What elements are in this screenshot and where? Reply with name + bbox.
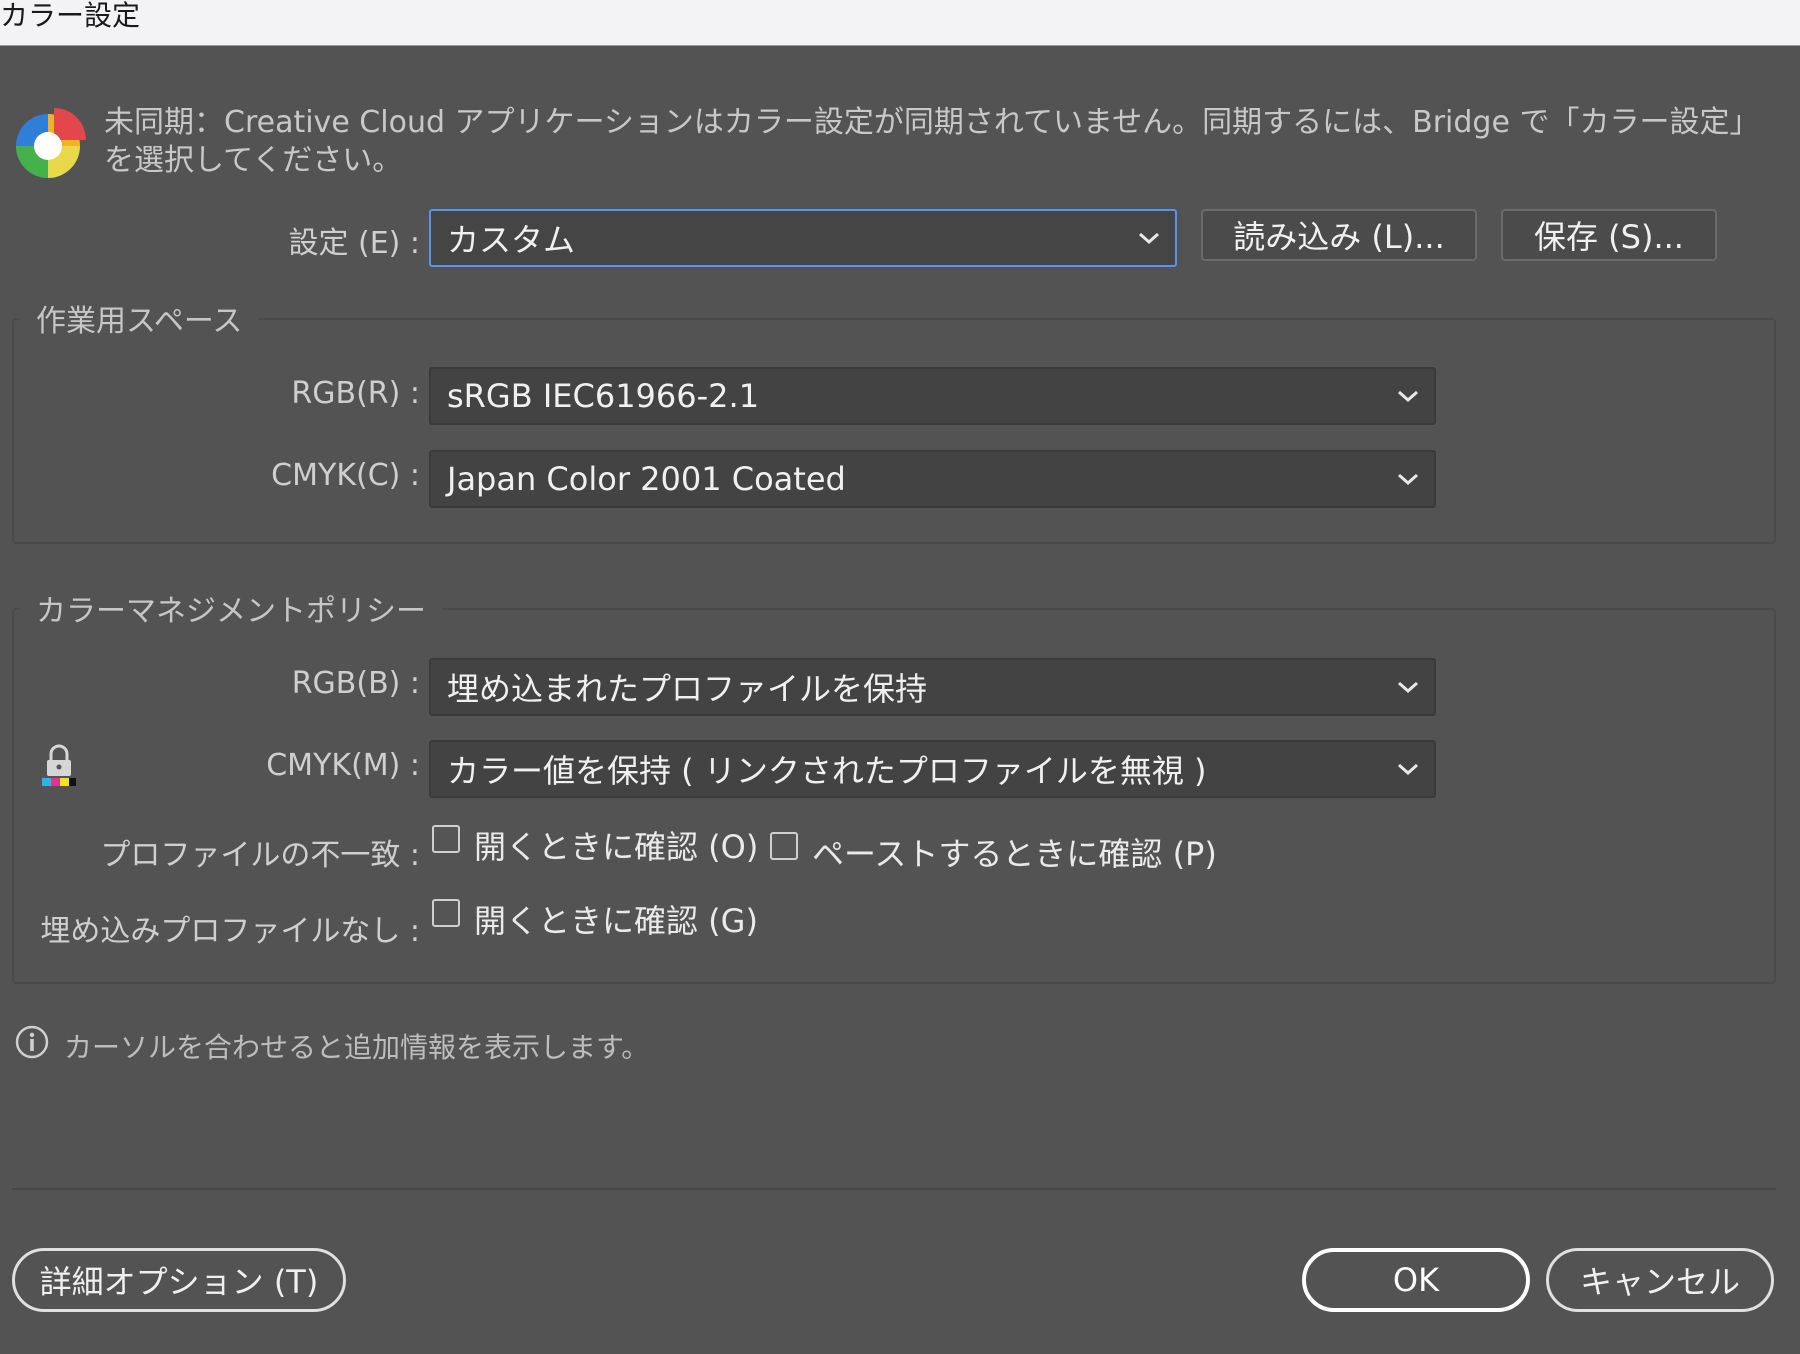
settings-select-value: カスタム xyxy=(447,221,576,259)
ok-button[interactable]: OK xyxy=(1302,1248,1530,1312)
footer-divider xyxy=(12,1188,1776,1190)
chevron-down-icon xyxy=(1139,232,1159,245)
working-cmyk-select[interactable]: Japan Color 2001 Coated xyxy=(429,450,1436,508)
title-bar: カラー設定 xyxy=(0,0,1800,46)
missing-open-label[interactable]: 開くときに確認 (G) xyxy=(474,896,758,942)
policy-rgb-label: RGB(B) : xyxy=(291,666,420,701)
working-spaces-title: 作業用スペース xyxy=(20,296,259,340)
mismatch-paste-label[interactable]: ペーストするときに確認 (P) xyxy=(812,829,1217,875)
working-rgb-select[interactable]: sRGB IEC61966-2.1 xyxy=(429,367,1436,425)
mismatch-open-label[interactable]: 開くときに確認 (O) xyxy=(474,822,758,868)
settings-label: 設定 (E) : xyxy=(288,226,420,261)
info-icon xyxy=(15,1025,49,1059)
policy-cmyk-value: カラー値を保持 ( リンクされたプロファイルを無視 ) xyxy=(447,752,1207,790)
working-rgb-label: RGB(R) : xyxy=(291,376,420,411)
policy-cmyk-label: CMYK(M) : xyxy=(266,748,420,783)
working-cmyk-value: Japan Color 2001 Coated xyxy=(447,460,846,498)
chevron-down-icon xyxy=(1398,681,1418,694)
window-title: カラー設定 xyxy=(0,0,141,32)
policy-rgb-select[interactable]: 埋め込まれたプロファイルを保持 xyxy=(429,658,1436,716)
advanced-options-button[interactable]: 詳細オプション (T) xyxy=(12,1248,346,1312)
working-cmyk-label: CMYK(C) : xyxy=(271,458,420,493)
mismatch-open-checkbox[interactable] xyxy=(432,825,460,853)
working-spaces-group xyxy=(12,318,1776,544)
chevron-down-icon xyxy=(1398,473,1418,486)
cancel-button[interactable]: キャンセル xyxy=(1546,1248,1774,1312)
settings-select[interactable]: カスタム xyxy=(429,209,1177,267)
policies-title: カラーマネジメントポリシー xyxy=(20,586,442,630)
mismatch-paste-checkbox[interactable] xyxy=(770,832,798,860)
load-button[interactable]: 読み込み (L)... xyxy=(1201,209,1477,261)
policy-rgb-value: 埋め込まれたプロファイルを保持 xyxy=(447,670,928,708)
chevron-down-icon xyxy=(1398,390,1418,403)
lock-icon xyxy=(42,744,76,786)
color-settings-logo-icon xyxy=(16,108,86,178)
profile-mismatch-label: プロファイルの不一致 : xyxy=(100,838,420,873)
policy-cmyk-select[interactable]: カラー値を保持 ( リンクされたプロファイルを無視 ) xyxy=(429,740,1436,798)
missing-profile-label: 埋め込みプロファイルなし : xyxy=(40,914,420,949)
missing-open-checkbox[interactable] xyxy=(432,899,460,927)
info-text: カーソルを合わせると追加情報を表示します。 xyxy=(64,1031,650,1064)
working-rgb-value: sRGB IEC61966-2.1 xyxy=(447,377,760,415)
chevron-down-icon xyxy=(1398,763,1418,776)
sync-notice: 未同期：Creative Cloud アプリケーションはカラー設定が同期されてい… xyxy=(104,105,1760,178)
save-button[interactable]: 保存 (S)... xyxy=(1501,209,1717,261)
